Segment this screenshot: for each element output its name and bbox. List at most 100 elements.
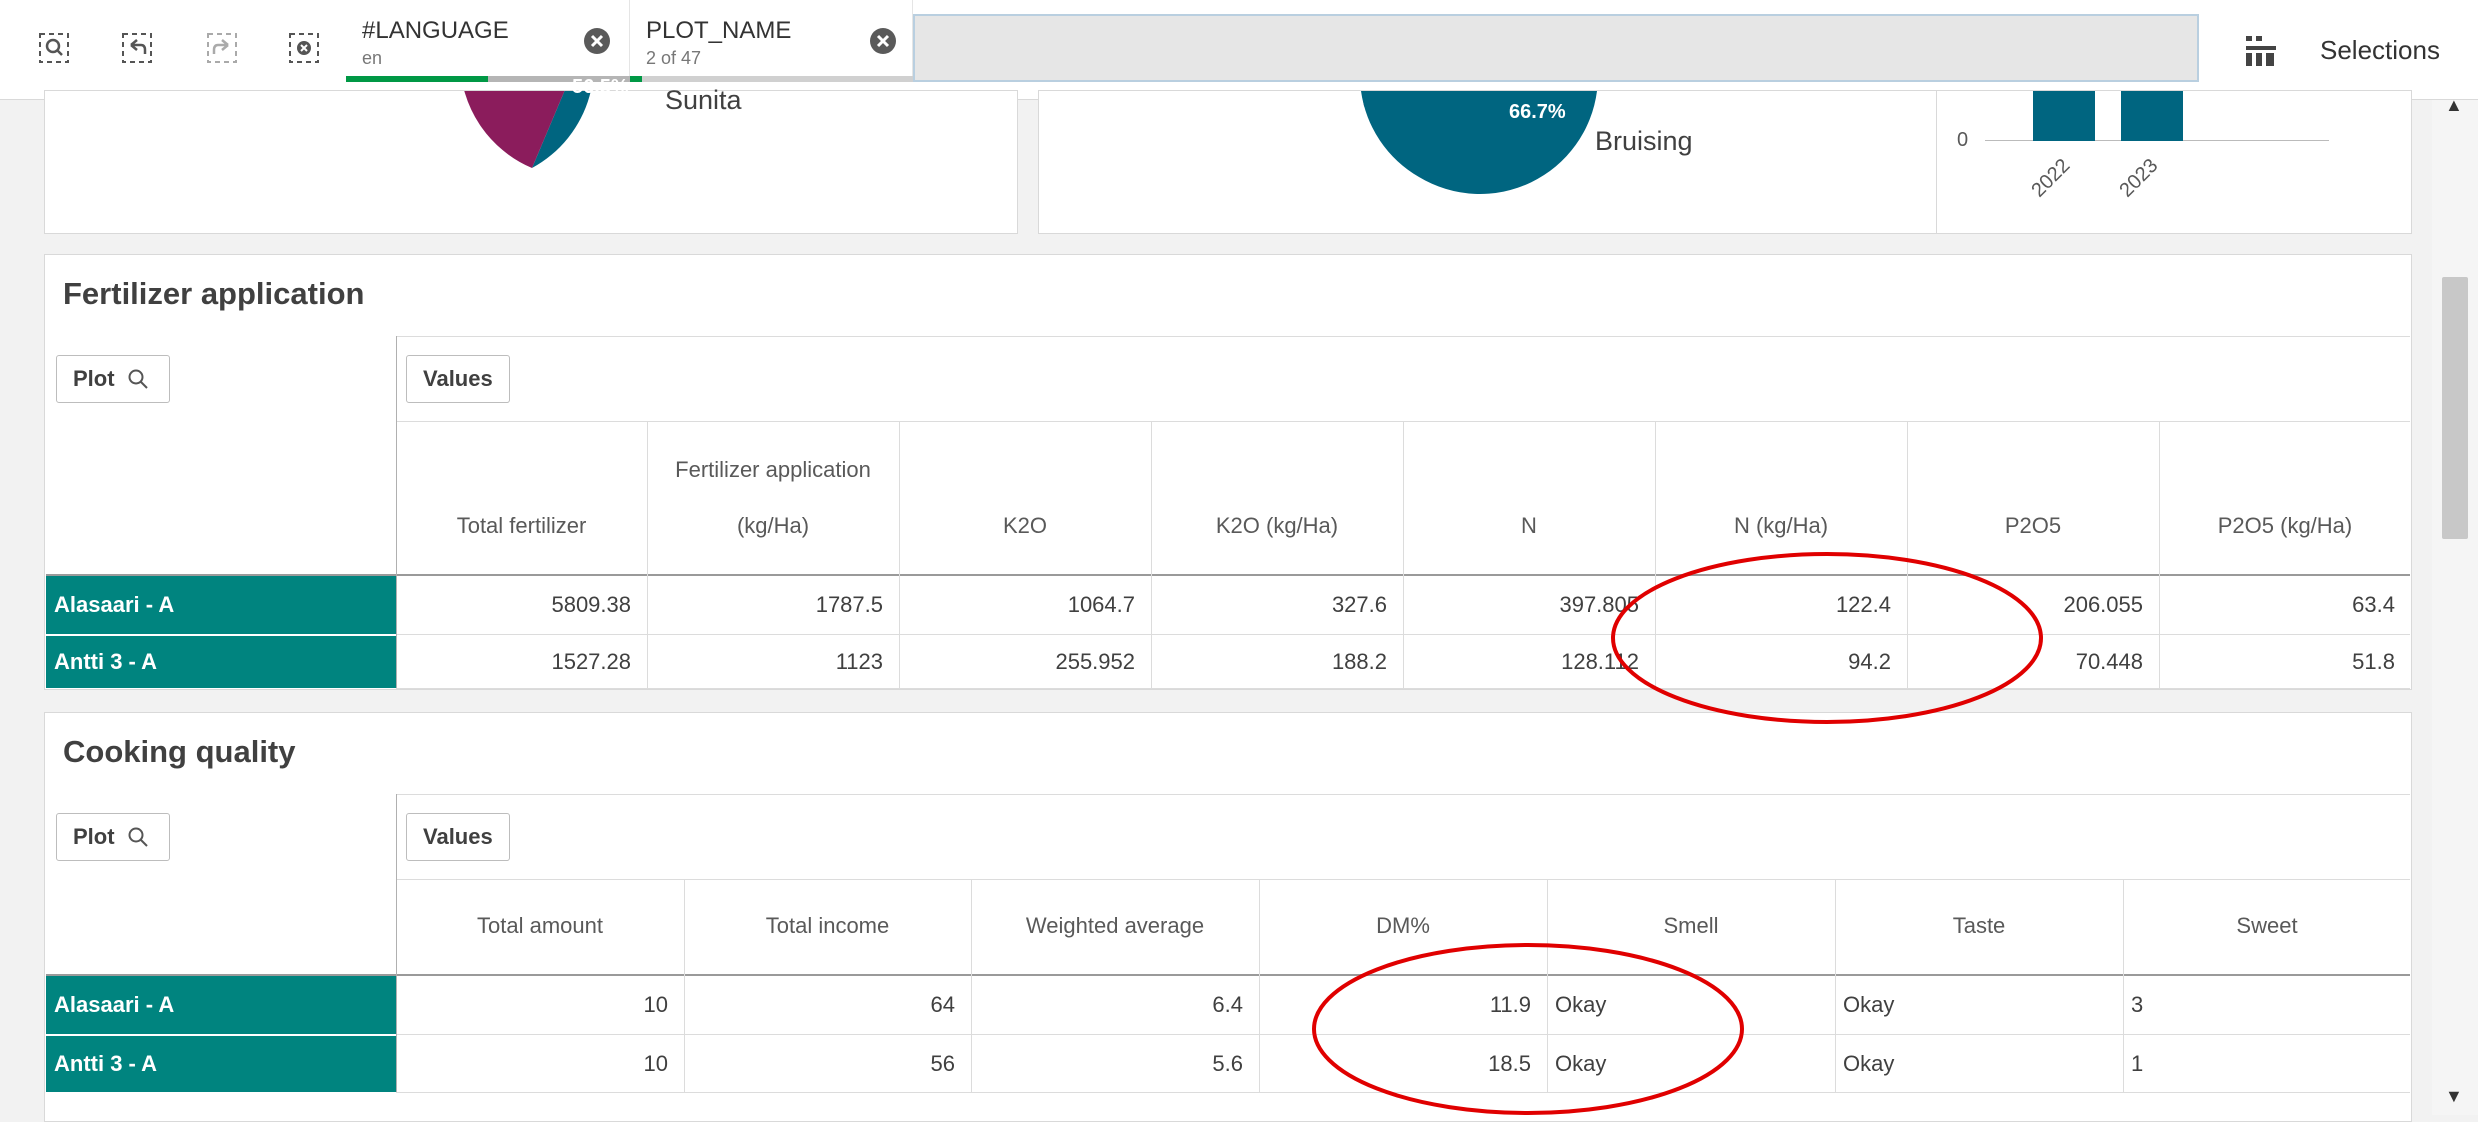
table-cell: 70.448 (2075, 649, 2143, 674)
column-header[interactable]: Weighted average (971, 913, 1259, 939)
column-header[interactable]: Total fertilizer (396, 513, 647, 539)
pie-slice-label: 66.7% (1509, 101, 1566, 123)
pie-legend-label: Bruising (1595, 126, 1693, 156)
column-header[interactable]: Sweet (2123, 913, 2411, 939)
header-divider (396, 794, 2410, 795)
pie-legend-label: Sunita (665, 85, 742, 115)
clear-selections-icon (289, 33, 319, 63)
table-cell: 1064.7 (1067, 592, 1135, 617)
column-header[interactable]: K2O (899, 513, 1151, 539)
plot-dimension-search-button[interactable]: Plot (56, 355, 170, 403)
header-divider (396, 336, 2410, 337)
empty-selection-slot (913, 14, 2199, 82)
x-axis-tick-label: 2022 (2027, 154, 2075, 202)
bar-2022[interactable] (2033, 91, 2095, 141)
table-row-dimension[interactable]: Alasaari - A (46, 576, 396, 634)
values-button[interactable]: Values (406, 813, 510, 861)
row-divider (396, 1092, 2410, 1093)
table-cell: 18.5 (1488, 1051, 1531, 1076)
smart-search-icon (39, 33, 69, 63)
vertical-scrollbar[interactable] (2432, 100, 2478, 1115)
step-forward-button[interactable] (200, 26, 244, 70)
table-cell: 255.952 (1055, 649, 1135, 674)
scroll-down-arrow-icon[interactable]: ▼ (2445, 1086, 2463, 1107)
column-header[interactable]: Total income (684, 913, 971, 939)
step-back-icon (122, 33, 152, 63)
pie-chart-card: 66.7% Bruising (1038, 90, 1956, 234)
table-cell: 63.4 (2352, 592, 2395, 617)
row-divider (396, 688, 2410, 689)
table-cell: Okay (1555, 1051, 1607, 1076)
column-header[interactable]: K2O (kg/Ha) (1151, 513, 1403, 539)
table-cell: 1527.28 (551, 649, 631, 674)
table-cell: Okay (1843, 992, 1895, 1017)
table-cell: 10 (643, 1051, 668, 1076)
x-axis-tick-label: 2023 (2115, 154, 2163, 202)
bar-2023[interactable] (2121, 91, 2183, 141)
column-header[interactable]: P2O5 (1907, 513, 2159, 539)
selection-chip-language[interactable]: #LANGUAGE en (346, 0, 630, 82)
search-icon (128, 827, 148, 847)
column-header[interactable]: Smell (1547, 913, 1835, 939)
table-cell: Okay (1843, 1051, 1895, 1076)
selection-state-bar (346, 76, 488, 82)
column-header[interactable]: Fertilizer application (647, 457, 899, 483)
scroll-up-arrow-icon[interactable]: ▲ (2445, 95, 2463, 116)
pie-chart-card: 56.5% Sunita (44, 76, 1018, 234)
y-axis-tick-label: 0 (1957, 129, 1969, 151)
table-cell: 128.112 (1561, 649, 1639, 674)
pie-chart (464, 91, 591, 168)
column-header[interactable]: N (1403, 513, 1655, 539)
column-header-unit: (kg/Ha) (736, 513, 810, 538)
search-icon (128, 369, 148, 389)
column-header[interactable]: DM% (1259, 913, 1547, 939)
table-cell: 64 (930, 992, 955, 1017)
pie-chart (1361, 91, 1597, 194)
column-header[interactable]: Total amount (396, 913, 684, 939)
table-cell: 1787.5 (815, 592, 883, 617)
close-icon[interactable] (582, 26, 612, 56)
values-button[interactable]: Values (406, 355, 510, 403)
column-header[interactable]: N (kg/Ha) (1655, 513, 1907, 539)
table-row-dimension[interactable]: Antti 3 - A (46, 636, 396, 688)
column-header[interactable]: Taste (1835, 913, 2123, 939)
step-back-button[interactable] (115, 26, 159, 70)
selection-state-bar (630, 76, 642, 82)
table-cell: 94.2 (1848, 649, 1891, 674)
table-cell: Okay (1555, 992, 1607, 1017)
table-cell: 51.8 (2352, 649, 2395, 674)
table-row-dimension[interactable]: Antti 3 - A (46, 1036, 396, 1092)
button-label: Plot (73, 366, 115, 391)
table-cell: 122.4 (1835, 592, 1891, 617)
table-cell: 327.6 (1331, 592, 1387, 617)
column-header[interactable]: P2O5 (kg/Ha) (2159, 513, 2411, 539)
table-cell: 3 (2131, 992, 2144, 1017)
table-cell: 10 (643, 992, 668, 1017)
close-icon[interactable] (868, 26, 898, 56)
clear-selections-button[interactable] (282, 26, 326, 70)
table-cell: 6.4 (1212, 992, 1243, 1017)
step-forward-icon (207, 33, 237, 63)
table-cell: 1 (2131, 1051, 2144, 1076)
panel-title: Fertilizer application (63, 276, 365, 311)
table-cell: 5809.38 (551, 592, 631, 617)
selections-grid-icon[interactable] (2244, 34, 2278, 68)
table-cell: 188.2 (1331, 649, 1387, 674)
chip-subtitle: en (362, 48, 383, 68)
table-row-dimension[interactable]: Alasaari - A (46, 976, 396, 1034)
table-cell: 206.055 (2063, 592, 2143, 617)
selections-toolbar: #LANGUAGE en PLOT_NAME 2 of 47 Selection… (0, 0, 2478, 100)
chip-title: PLOT_NAME (646, 17, 792, 44)
panel-title: Cooking quality (63, 734, 296, 769)
chip-subtitle: 2 of 47 (646, 48, 702, 68)
plot-dimension-search-button[interactable]: Plot (56, 813, 170, 861)
table-cell: 56 (930, 1051, 955, 1076)
smart-search-button[interactable] (32, 26, 76, 70)
table-cell: 397.805 (1559, 592, 1639, 617)
row-divider (396, 1034, 2410, 1035)
scrollbar-thumb[interactable] (2442, 277, 2468, 539)
button-label: Plot (73, 824, 115, 849)
chip-title: #LANGUAGE (362, 17, 509, 44)
selections-button[interactable]: Selections (2320, 35, 2440, 66)
selection-chip-plot-name[interactable]: PLOT_NAME 2 of 47 (630, 0, 913, 82)
